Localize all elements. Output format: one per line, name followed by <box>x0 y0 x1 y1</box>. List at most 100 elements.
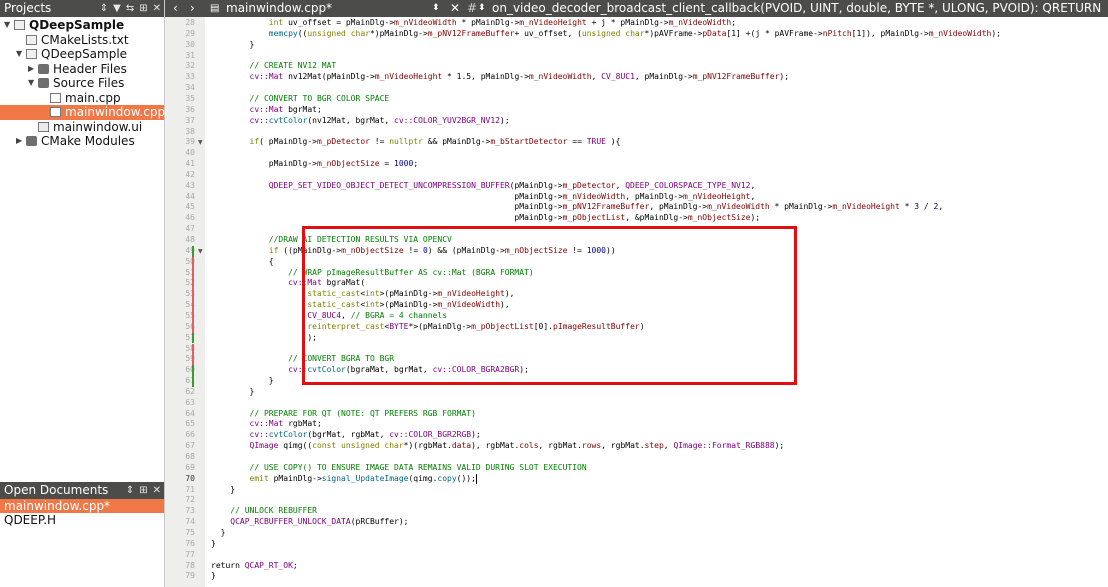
line-number[interactable]: 40 <box>165 148 195 157</box>
line-number[interactable]: 62 <box>165 387 195 396</box>
line-number[interactable]: 29 <box>165 29 195 38</box>
tree-item[interactable]: CMakeLists.txt <box>0 33 164 48</box>
code-token: emit <box>249 473 269 483</box>
updown-icon[interactable]: ⇕ <box>100 0 108 17</box>
line-number[interactable]: 60 <box>165 365 195 374</box>
code-token: ); <box>471 430 481 440</box>
file-dropdown-icon[interactable]: ⬍ <box>432 0 440 17</box>
line-number[interactable]: 45 <box>165 202 195 211</box>
line-number[interactable]: 72 <box>165 495 195 504</box>
tree-item[interactable]: ▼ QDeepSample <box>0 18 164 33</box>
line-number[interactable]: 56 <box>165 322 195 331</box>
line-number[interactable]: 33 <box>165 72 195 81</box>
line-number[interactable]: 28 <box>165 18 195 27</box>
line-number[interactable]: 37 <box>165 116 195 125</box>
open-document-item[interactable]: mainwindow.cpp* <box>0 499 164 513</box>
line-number[interactable]: 63 <box>165 398 195 407</box>
tree-item[interactable]: mainwindow.cpp <box>0 105 165 120</box>
tree-item[interactable]: mainwindow.ui <box>0 120 164 135</box>
expanded-arrow-icon[interactable]: ▼ <box>28 76 34 91</box>
line-number[interactable]: 64 <box>165 409 195 418</box>
line-number[interactable]: 77 <box>165 550 195 559</box>
code-line: } <box>211 40 255 50</box>
back-arrow-icon[interactable]: ‹ <box>173 0 178 17</box>
line-number[interactable]: 52 <box>165 278 195 287</box>
line-number[interactable]: 35 <box>165 94 195 103</box>
code-line: emit pMainDlg->signal_UpdateImage(qimg.c… <box>211 474 476 484</box>
symbol-selector[interactable]: on_video_decoder_broadcast_client_callba… <box>492 0 1101 17</box>
line-number[interactable]: 55 <box>165 311 195 320</box>
code-editor[interactable]: 28 29 30 31 32 33 34 35 36 37 38 39 ▼ 40 41 42 43 44 45 46 4… <box>165 17 1108 587</box>
line-number[interactable]: 69 <box>165 463 195 472</box>
change-marker <box>192 343 194 355</box>
line-number[interactable]: 68 <box>165 452 195 461</box>
line-number[interactable]: 66 <box>165 430 195 439</box>
tree-item[interactable]: ▶ CMake Modules <box>0 134 164 149</box>
line-number[interactable]: 38 <box>165 127 195 136</box>
split-icon[interactable]: ⊞ <box>139 0 147 17</box>
project-tree[interactable]: ▼ QDeepSample CMakeLists.txt ▼ QDeepSample ▶ H… <box>0 18 165 149</box>
line-number[interactable]: 51 <box>165 268 195 277</box>
line-number[interactable]: 31 <box>165 51 195 60</box>
tree-item[interactable]: main.cpp <box>0 91 164 106</box>
forward-arrow-icon[interactable]: › <box>190 0 195 17</box>
line-number[interactable]: 34 <box>165 83 195 92</box>
line-number[interactable]: 41 <box>165 159 195 168</box>
line-number[interactable]: 71 <box>165 485 195 494</box>
code-token: // CREATE NV12 MAT <box>211 61 337 71</box>
code-token: , rgbMat. <box>538 441 582 451</box>
link-icon[interactable]: ⇆ <box>126 0 134 17</box>
line-number[interactable]: 47 <box>165 224 195 233</box>
line-number[interactable]: 43 <box>165 181 195 190</box>
line-number[interactable]: 48 <box>165 235 195 244</box>
fold-arrow-icon[interactable]: ▼ <box>198 248 203 255</box>
line-number[interactable]: 32 <box>165 61 195 70</box>
ui-file-icon <box>38 121 49 132</box>
tree-item[interactable]: ▶ Header Files <box>0 62 164 77</box>
line-number[interactable]: 74 <box>165 517 195 526</box>
expanded-arrow-icon[interactable]: ▼ <box>16 47 22 62</box>
line-number[interactable]: 65 <box>165 419 195 428</box>
line-number[interactable]: 70 <box>165 474 195 483</box>
collapsed-arrow-icon[interactable]: ▶ <box>28 62 34 77</box>
symbol-dropdown-icon[interactable]: ⬍ <box>478 0 486 17</box>
collapsed-arrow-icon[interactable]: ▶ <box>16 134 22 149</box>
code-line: // CONVERT TO BGR COLOR SPACE <box>211 94 390 104</box>
line-number[interactable]: 54 <box>165 300 195 309</box>
line-number[interactable]: 36 <box>165 105 195 114</box>
line-number[interactable]: 49 <box>165 246 195 255</box>
split-icon[interactable]: ⊞ <box>139 482 147 499</box>
line-number[interactable]: 61 <box>165 376 195 385</box>
tree-item[interactable]: ▼ QDeepSample <box>0 47 164 62</box>
line-number[interactable]: 57 <box>165 333 195 342</box>
line-number[interactable]: 67 <box>165 441 195 450</box>
code-token: if <box>268 245 279 255</box>
current-file-tab[interactable]: mainwindow.cpp* <box>226 0 332 17</box>
line-number[interactable]: 50 <box>165 257 195 266</box>
expanded-arrow-icon[interactable]: ▼ <box>4 18 10 33</box>
updown-icon[interactable]: ⇕ <box>126 482 134 499</box>
line-number[interactable]: 42 <box>165 170 195 179</box>
line-number[interactable]: 44 <box>165 192 195 201</box>
close-icon[interactable]: ✕ <box>153 482 161 499</box>
line-number[interactable]: 39 <box>165 137 195 146</box>
line-number[interactable]: 46 <box>165 213 195 222</box>
filter-icon[interactable]: ▼ <box>113 0 121 17</box>
line-number[interactable]: 75 <box>165 528 195 537</box>
line-number[interactable]: 30 <box>165 40 195 49</box>
tree-item[interactable]: ▼ Source Files <box>0 76 164 91</box>
line-number[interactable]: 76 <box>165 539 195 548</box>
close-icon[interactable]: ✕ <box>153 0 161 17</box>
line-number[interactable]: 58 <box>165 344 195 353</box>
code-token: , pMainDlg-> <box>634 72 693 82</box>
line-number[interactable]: 79 <box>165 571 195 580</box>
line-number[interactable]: 78 <box>165 561 195 570</box>
code-token: m_nObjectSize <box>316 159 380 169</box>
close-editor-icon[interactable]: ✕ <box>450 0 460 17</box>
line-number[interactable]: 53 <box>165 289 195 298</box>
fold-arrow-icon[interactable]: ▼ <box>198 139 203 146</box>
open-document-item[interactable]: QDEEP.H <box>0 513 164 527</box>
line-number-gutter[interactable]: 28 29 30 31 32 33 34 35 36 37 38 39 ▼ 40 41 42 43 44 45 46 4… <box>165 17 205 587</box>
line-number[interactable]: 73 <box>165 506 195 515</box>
line-number[interactable]: 59 <box>165 354 195 363</box>
